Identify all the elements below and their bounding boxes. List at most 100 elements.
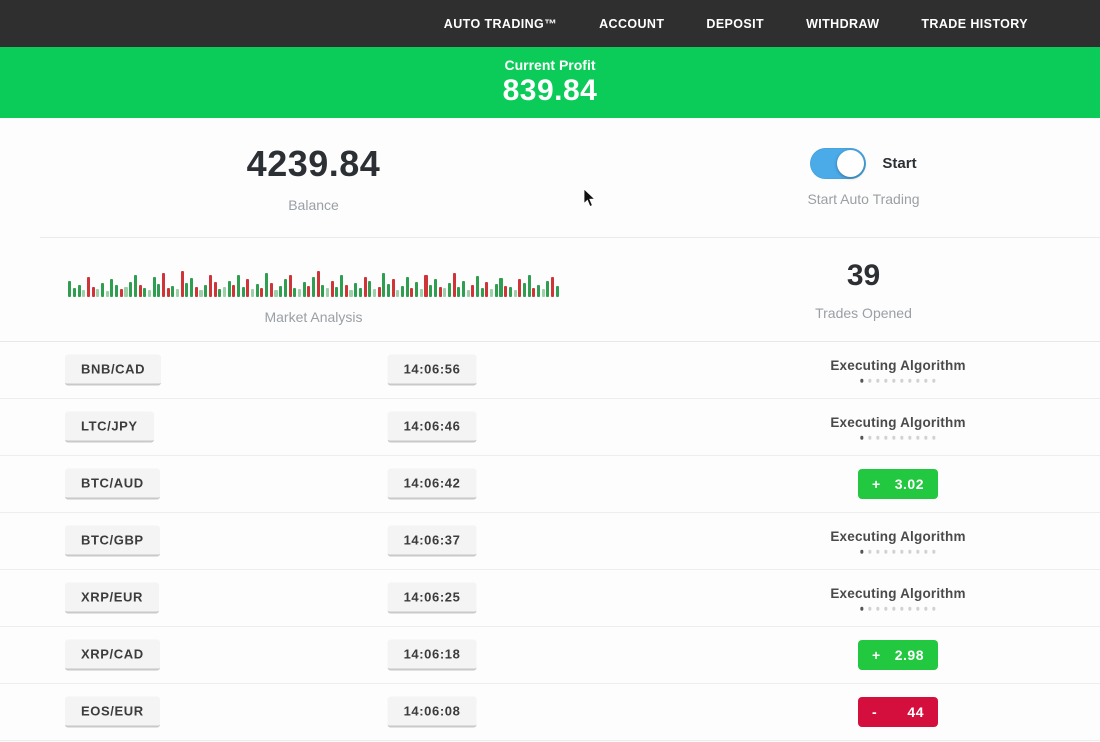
progress-dot	[876, 607, 880, 611]
trade-time-chip: 14:06:37	[388, 526, 477, 557]
market-bar	[401, 286, 404, 297]
progress-dot	[884, 550, 888, 554]
trade-status: -44	[858, 697, 938, 727]
executing-progress-dots	[830, 550, 965, 554]
auto-trading-stat: Start Start Auto Trading	[627, 148, 1100, 207]
balance-value: 4239.84	[0, 143, 627, 185]
market-bar	[364, 277, 367, 297]
trade-pair-chip: EOS/EUR	[65, 697, 160, 728]
market-bar	[420, 289, 423, 297]
balance-and-toggle-row: 4239.84 Balance Start Start Auto Trading	[0, 118, 1100, 237]
market-and-trades-row: Market Analysis 39 Trades Opened	[0, 238, 1100, 341]
market-bar	[331, 281, 334, 297]
market-bar	[467, 290, 470, 297]
progress-dot	[892, 436, 896, 440]
result-sign: +	[872, 476, 881, 492]
market-bar	[96, 289, 99, 297]
market-bar	[195, 287, 198, 297]
market-bar	[410, 288, 413, 297]
market-bar	[359, 288, 362, 297]
market-bar	[424, 275, 427, 297]
market-bar	[439, 287, 442, 297]
progress-dot	[892, 550, 896, 554]
executing-progress-dots	[830, 607, 965, 611]
market-bar	[120, 289, 123, 297]
result-value: 44	[907, 704, 924, 720]
start-auto-trading-toggle[interactable]	[810, 148, 866, 179]
market-bar	[392, 279, 395, 297]
market-bar	[345, 285, 348, 297]
market-bar	[73, 288, 76, 297]
executing-algorithm-label: Executing Algorithm	[830, 529, 965, 544]
market-bar	[321, 285, 324, 297]
market-bar	[274, 290, 277, 297]
market-bar	[204, 285, 207, 297]
market-bar	[270, 283, 273, 297]
trades-opened-value: 39	[627, 259, 1100, 293]
market-bar	[509, 287, 512, 297]
trade-pair-chip: XRP/CAD	[65, 640, 160, 671]
start-toggle-label: Start	[882, 155, 916, 172]
market-bar	[537, 285, 540, 297]
progress-dot	[900, 550, 904, 554]
market-bar	[340, 275, 343, 297]
progress-dot	[916, 550, 920, 554]
trade-time-chip: 14:06:08	[388, 697, 477, 728]
market-bar	[279, 286, 282, 297]
market-bar	[448, 283, 451, 297]
market-analysis-chart	[56, 255, 571, 297]
trade-status: Executing Algorithm	[830, 415, 965, 440]
market-bar	[218, 289, 221, 297]
trade-row: BNB/CAD14:06:56Executing Algorithm	[0, 342, 1100, 399]
market-bar	[134, 275, 137, 297]
trade-row: BTC/AUD14:06:42+3.02	[0, 456, 1100, 513]
trade-pair-chip: BNB/CAD	[65, 355, 161, 386]
market-bar	[167, 288, 170, 297]
market-bar	[143, 288, 146, 297]
trade-status: +3.02	[858, 469, 938, 499]
market-bar	[148, 290, 151, 297]
nav-item-withdraw[interactable]: WITHDRAW	[806, 17, 879, 31]
market-bar	[289, 275, 292, 297]
market-bar	[514, 290, 517, 297]
executing-algorithm-label: Executing Algorithm	[830, 586, 965, 601]
market-bar	[349, 290, 352, 297]
trade-time-chip: 14:06:25	[388, 583, 477, 614]
nav-item-deposit[interactable]: DEPOSIT	[706, 17, 764, 31]
market-bar	[457, 287, 460, 297]
market-bar	[354, 283, 357, 297]
balance-label: Balance	[0, 197, 627, 213]
trade-time-chip: 14:06:42	[388, 469, 477, 500]
top-navbar: AUTO TRADING™ ACCOUNT DEPOSIT WITHDRAW TRADE…	[0, 0, 1100, 47]
nav-item-trade-history[interactable]: TRADE HISTORY	[921, 17, 1028, 31]
market-bar	[415, 282, 418, 297]
market-bar	[190, 278, 193, 297]
market-bar	[303, 282, 306, 297]
market-bar	[185, 283, 188, 297]
nav-item-auto-trading[interactable]: AUTO TRADING™	[444, 17, 557, 31]
progress-dot	[868, 607, 872, 611]
trade-pair-chip: XRP/EUR	[65, 583, 159, 614]
progress-dot	[876, 550, 880, 554]
market-bar	[232, 285, 235, 297]
trade-row: XRP/EUR 14:06:25 Executing Algorithm	[0, 570, 1100, 627]
trades-list: BNB/CAD14:06:56Executing AlgorithmLTC/JP…	[0, 341, 1100, 741]
market-bar	[471, 285, 474, 297]
market-bar	[476, 276, 479, 297]
market-bar	[129, 282, 132, 297]
trade-row: LTC/JPY14:06:46Executing Algorithm	[0, 399, 1100, 456]
market-bar	[78, 285, 81, 297]
market-bar	[256, 284, 259, 297]
trade-row: XRP/CAD14:06:18+2.98	[0, 627, 1100, 684]
market-bar	[396, 290, 399, 297]
market-bar	[382, 273, 385, 297]
toggle-knob	[837, 150, 864, 177]
market-bar	[317, 271, 320, 297]
nav-item-account[interactable]: ACCOUNT	[599, 17, 664, 31]
progress-dot	[860, 379, 864, 383]
market-bar	[110, 279, 113, 297]
progress-dot	[900, 436, 904, 440]
trade-time-chip: 14:06:56	[388, 355, 477, 386]
market-bar	[176, 289, 179, 297]
market-bar	[528, 275, 531, 297]
